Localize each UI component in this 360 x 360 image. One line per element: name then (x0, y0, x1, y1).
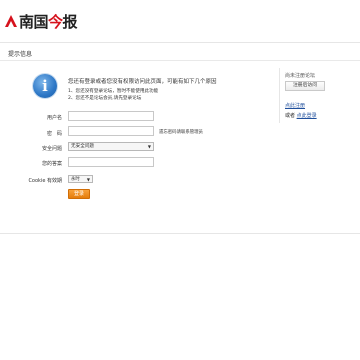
logo-mark-icon (5, 15, 17, 27)
security-question-label: 安全问题 (41, 146, 62, 152)
answer-label: 您的答案 (41, 161, 62, 167)
message-line-2: 2、您还不是论坛会员,请先登录论坛 (68, 96, 142, 101)
cookie-expiry-label: Cookie 有效期 (28, 178, 62, 184)
security-question-select[interactable]: 无安全问题 ▼ (68, 142, 154, 151)
password-hint: 遗忘密码请联系管理员 (159, 130, 203, 135)
chevron-down-icon: ▼ (147, 144, 151, 149)
logo-text-pre: 南国 (19, 12, 49, 31)
password-input[interactable] (68, 126, 154, 136)
cookie-expiry-select[interactable]: 永时 ▼ (68, 175, 93, 183)
login-link[interactable]: 点此登录 (297, 113, 317, 119)
panel-title: 提示信息 (8, 51, 33, 58)
sidebar-line-2: 或者 点此登录 (285, 112, 317, 119)
register-link[interactable]: 点此注册 (285, 102, 305, 109)
logo-text: 南国今报 (19, 11, 78, 32)
password-label: 密 码 (46, 131, 62, 137)
security-question-value: 无安全问题 (71, 144, 94, 149)
username-label: 用户名 (46, 115, 62, 121)
sidebar-line-2-prefix: 或者 (285, 113, 297, 119)
cookie-expiry-value: 永时 (71, 177, 80, 182)
sidebar-label: 尚未注册论坛 (285, 73, 316, 79)
chevron-down-icon: ▼ (86, 177, 90, 182)
logo-text-post: 报 (62, 12, 78, 31)
message-title: 您还有登录或者您没有权限访问此页面，可能有如下几个原因 (68, 79, 217, 85)
notice-panel: 提示信息 (0, 42, 360, 234)
login-button[interactable]: 登录 (68, 189, 90, 199)
site-logo[interactable]: 南国今报 (4, 10, 78, 32)
answer-input[interactable] (68, 157, 154, 167)
logo-text-red: 今 (48, 12, 63, 31)
sidebar-divider (279, 68, 280, 123)
message-line-1: 1、您还没有登录论坛，暂时不能使用此功能 (68, 89, 159, 94)
register-button[interactable]: 注册后访问 (285, 81, 325, 91)
site-header: 南国今报 (0, 0, 360, 40)
username-input[interactable] (68, 111, 154, 121)
info-icon: i (33, 74, 57, 98)
panel-divider (0, 60, 360, 61)
